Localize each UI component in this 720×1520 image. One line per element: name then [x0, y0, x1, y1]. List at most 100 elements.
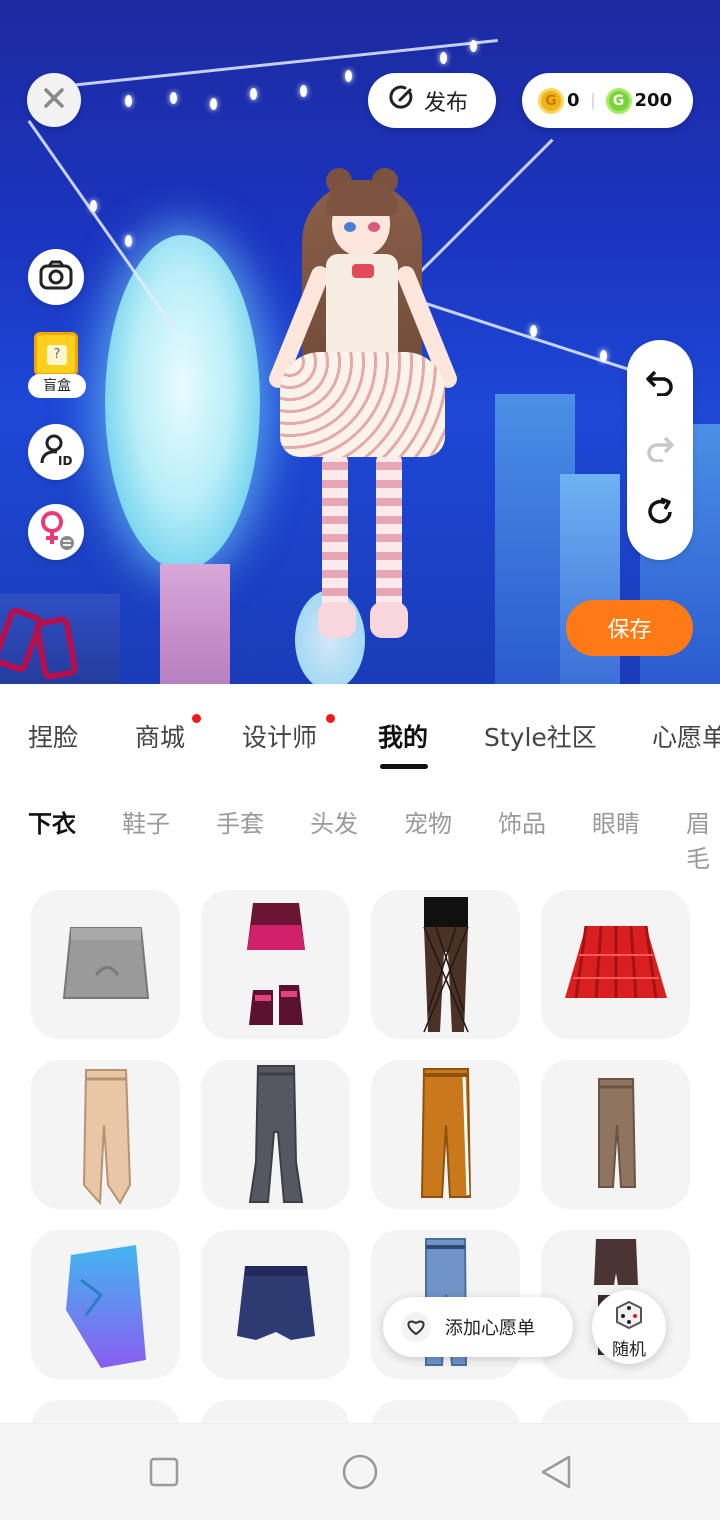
publish-button[interactable]: 发布 — [368, 73, 496, 128]
string-light — [600, 350, 607, 362]
tab-style-community[interactable]: Style社区 — [484, 718, 597, 754]
string-light — [210, 98, 217, 110]
blind-box-label: 盲盒 — [28, 374, 86, 398]
item-card[interactable] — [371, 1060, 520, 1209]
reset-button[interactable] — [644, 497, 676, 530]
item-card[interactable] — [31, 1230, 180, 1379]
item-card[interactable] — [31, 890, 180, 1039]
random-button[interactable]: 随机 — [592, 1290, 666, 1364]
category-accessories[interactable]: 饰品 — [498, 804, 546, 839]
category-tabs: 下衣 鞋子 手套 头发 宠物 饰品 眼睛 眉毛 — [0, 790, 720, 873]
string-light — [345, 70, 352, 82]
undo-button[interactable] — [644, 368, 676, 400]
item-card[interactable] — [201, 890, 350, 1039]
item-card[interactable] — [201, 1060, 350, 1209]
avatar-leg — [376, 452, 402, 612]
category-eyes[interactable]: 眼睛 — [592, 804, 640, 839]
beige-lace-pants-icon — [82, 1068, 131, 1205]
item-card[interactable] — [31, 1400, 180, 1423]
moon-backdrop — [105, 235, 260, 570]
blue-wrap-skirt-icon — [65, 1244, 146, 1368]
tab-mine[interactable]: 我的 — [378, 718, 428, 754]
string-light — [90, 200, 97, 212]
gender-switch-button[interactable] — [28, 504, 84, 560]
pink-skirt-boots-icon — [246, 902, 305, 1025]
app-screen: 发布 G 0 G 200 ? 盲盒 ID 保存 捏脸 商城 设计师 我的 Sty… — [0, 0, 720, 1520]
avatar-eye — [344, 222, 356, 232]
building — [160, 564, 230, 684]
gold-coin-icon: G — [538, 87, 564, 114]
triangle-back-icon — [541, 1455, 571, 1489]
designer-notification-dot — [326, 714, 335, 723]
gray-mini-skirt-icon — [62, 926, 149, 999]
camera-button[interactable] — [28, 249, 84, 305]
item-card[interactable] — [541, 1400, 690, 1423]
publish-icon — [388, 84, 416, 118]
blind-box-button[interactable]: ? 盲盒 — [28, 330, 86, 400]
close-icon — [43, 87, 65, 113]
item-card[interactable] — [201, 1230, 350, 1379]
category-gloves[interactable]: 手套 — [216, 804, 264, 839]
random-label: 随机 — [612, 1340, 646, 1360]
save-button[interactable]: 保存 — [566, 600, 693, 656]
undo-icon — [645, 368, 675, 400]
item-card[interactable] — [541, 890, 690, 1039]
add-wishlist-button[interactable]: 添加心愿单 — [383, 1297, 573, 1357]
redo-button[interactable] — [644, 434, 676, 466]
edit-history-panel — [627, 340, 693, 560]
blind-box-mark: ? — [47, 345, 67, 365]
divider — [591, 92, 594, 109]
red-plaid-skirt-icon — [564, 925, 667, 998]
circle-icon — [342, 1454, 378, 1490]
tab-face[interactable]: 捏脸 — [28, 718, 78, 754]
green-coin-count: 200 — [634, 90, 673, 111]
system-navigation-bar — [0, 1423, 720, 1520]
back-button[interactable] — [536, 1452, 576, 1492]
active-tab-indicator — [380, 764, 428, 769]
avatar-skirt — [280, 352, 445, 457]
category-bottoms[interactable]: 下衣 — [28, 804, 76, 839]
profile-id-button[interactable]: ID — [28, 424, 84, 480]
gold-coin-count: 0 — [567, 90, 580, 111]
publish-label: 发布 — [424, 90, 469, 116]
string-light — [530, 325, 537, 337]
user-id-icon: ID — [39, 433, 73, 471]
string-light — [470, 40, 477, 52]
item-card[interactable] — [31, 1060, 180, 1209]
brown-pants-icon — [597, 1077, 636, 1188]
avatar-character[interactable] — [260, 162, 465, 652]
category-hair[interactable]: 头发 — [310, 804, 358, 839]
avatar-leg — [322, 452, 348, 612]
string-light — [250, 88, 257, 100]
currency-display[interactable]: G 0 G 200 — [522, 73, 693, 128]
category-shoes[interactable]: 鞋子 — [122, 804, 170, 839]
add-wishlist-label: 添加心愿单 — [445, 1318, 535, 1339]
category-eyebrows[interactable]: 眉毛 — [686, 804, 720, 874]
string-light — [300, 85, 307, 97]
svg-text:ID: ID — [58, 454, 72, 467]
fishnet-leggings-icon — [422, 897, 469, 1033]
tab-wishlist[interactable]: 心愿单 — [652, 718, 720, 754]
item-card[interactable] — [541, 1060, 690, 1209]
tab-shop[interactable]: 商城 — [135, 718, 185, 754]
category-pets[interactable]: 宠物 — [404, 804, 452, 839]
square-icon — [149, 1457, 179, 1487]
item-card[interactable] — [371, 1400, 520, 1423]
avatar-bow — [352, 264, 374, 278]
shop-notification-dot — [192, 714, 201, 723]
close-button[interactable] — [27, 73, 81, 127]
string-light — [125, 235, 132, 247]
string-light — [170, 92, 177, 104]
avatar-shoe — [318, 602, 356, 638]
item-card[interactable] — [371, 890, 520, 1039]
avatar-fringe — [326, 180, 398, 216]
tab-designer[interactable]: 设计师 — [242, 718, 317, 754]
item-card[interactable] — [201, 1400, 350, 1423]
orange-track-pants-icon — [420, 1067, 471, 1198]
blind-box-icon: ? — [34, 332, 78, 376]
redo-icon — [645, 434, 675, 466]
avatar-eye — [368, 222, 380, 232]
recent-apps-button[interactable] — [144, 1452, 184, 1492]
home-button[interactable] — [340, 1452, 380, 1492]
dice-icon — [592, 1300, 666, 1335]
